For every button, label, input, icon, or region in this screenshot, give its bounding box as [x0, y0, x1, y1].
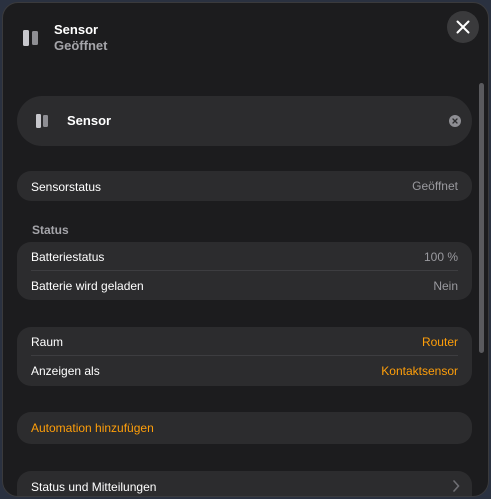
- close-button[interactable]: [447, 11, 479, 43]
- panel-header: Sensor Geöffnet: [3, 3, 488, 67]
- sensor-status-row: Sensorstatus Geöffnet: [17, 171, 472, 200]
- add-automation-card[interactable]: Automation hinzufügen: [17, 412, 472, 444]
- notifications-label: Status und Mitteilungen: [31, 480, 157, 494]
- contact-sensor-icon: [36, 114, 48, 128]
- location-card: Raum Router Anzeigen als Kontaktsensor: [17, 327, 472, 386]
- display-as-label: Anzeigen als: [31, 364, 100, 378]
- sensor-status-card: Sensorstatus Geöffnet: [17, 171, 472, 201]
- display-as-row[interactable]: Anzeigen als Kontaktsensor: [17, 356, 472, 385]
- battery-charging-label: Batterie wird geladen: [31, 279, 144, 293]
- header-title: Sensor: [54, 22, 99, 37]
- add-automation-row[interactable]: Automation hinzufügen: [17, 412, 472, 441]
- battery-status-row: Batteriestatus 100 %: [17, 242, 472, 271]
- add-automation-link[interactable]: Automation hinzufügen: [31, 421, 154, 435]
- header-subtitle: Geöffnet: [54, 38, 108, 53]
- clear-icon: [452, 118, 458, 124]
- room-value[interactable]: Router: [422, 335, 458, 349]
- accessory-name-field[interactable]: Sensor: [17, 96, 472, 146]
- sensor-status-label: Sensorstatus: [31, 180, 102, 194]
- sensor-status-value: Geöffnet: [412, 179, 458, 193]
- clear-name-button[interactable]: [449, 115, 461, 127]
- room-row[interactable]: Raum Router: [17, 327, 472, 356]
- battery-charging-value: Nein: [433, 279, 458, 293]
- battery-status-label: Batteriestatus: [31, 250, 105, 264]
- accessory-name-value[interactable]: Sensor: [67, 113, 111, 128]
- status-card: Batteriestatus 100 % Batterie wird gelad…: [17, 242, 472, 300]
- display-as-value[interactable]: Kontaktsensor: [381, 364, 458, 378]
- status-section-title: Status: [32, 223, 69, 237]
- chevron-right-icon: [453, 480, 460, 492]
- room-label: Raum: [31, 335, 64, 349]
- contact-sensor-icon: [23, 30, 38, 46]
- notifications-row[interactable]: Status und Mitteilungen: [17, 471, 472, 496]
- battery-charging-row: Batterie wird geladen Nein: [17, 271, 472, 300]
- notifications-card[interactable]: Status und Mitteilungen: [17, 471, 472, 496]
- close-icon: [456, 20, 470, 34]
- battery-status-value: 100 %: [423, 250, 458, 264]
- scrollbar-thumb[interactable]: [479, 83, 484, 353]
- accessory-detail-panel: Sensor Geöffnet Sensor Sensorstatus Geöf…: [2, 2, 489, 497]
